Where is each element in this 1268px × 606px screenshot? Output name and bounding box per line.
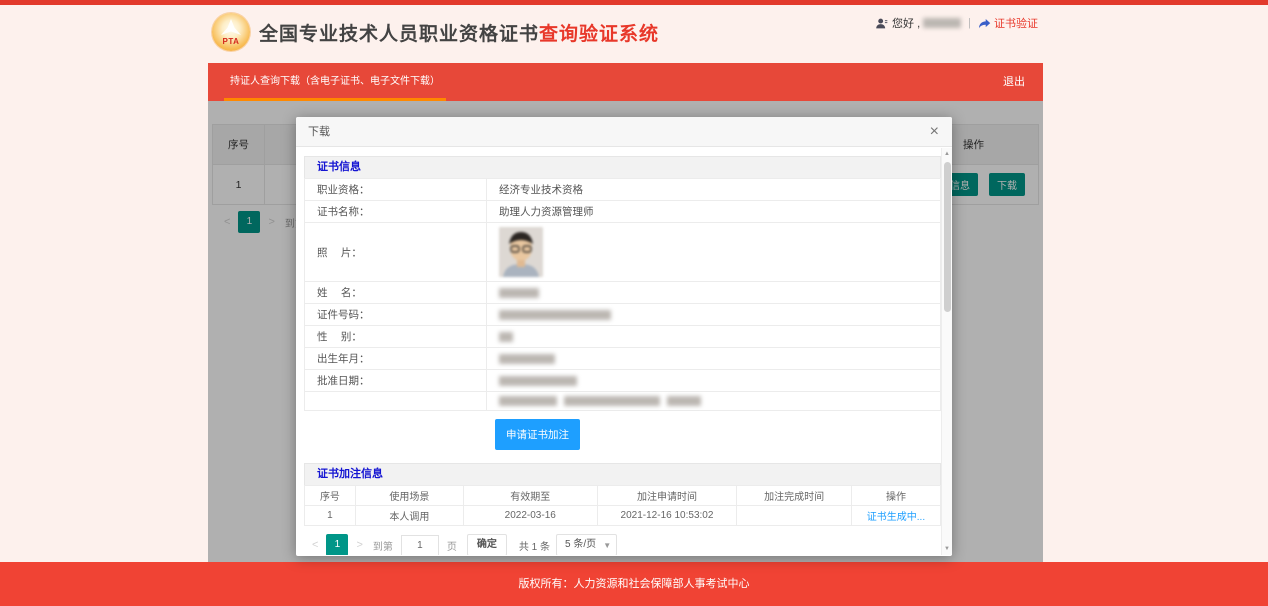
redacted-text <box>499 288 539 298</box>
scroll-up-icon[interactable]: ▲ <box>942 148 952 160</box>
finish-time-cell <box>737 506 851 526</box>
apply-annotation-button[interactable]: 申请证书加注 <box>495 419 580 450</box>
greeting-text: 您好 , <box>892 15 920 31</box>
app-brand: PTA 全国专业技术人员职业资格证书查询验证系统 <box>212 13 659 51</box>
field-value: 助理人力资源管理师 <box>487 201 941 223</box>
field-value-redacted <box>487 370 941 392</box>
field-value-redacted <box>487 282 941 304</box>
field-label: 照 片： <box>305 223 487 282</box>
per-page-select[interactable]: 5 条/页 ▼ <box>556 534 617 555</box>
user-name-redacted <box>923 18 961 28</box>
col-action: 操作 <box>851 486 940 506</box>
goto-label: 到第 <box>373 538 393 553</box>
page-footer: 版权所有：人力资源和社会保障部人事考试中心 <box>0 562 1268 606</box>
annotation-table: 序号 使用场景 有效期至 加注申请时间 加注完成时间 操作 1 本人调用 202… <box>304 485 941 526</box>
table-row <box>305 392 941 411</box>
field-label: 出生年月： <box>305 348 487 370</box>
dropdown-caret-icon: ▼ <box>603 535 611 555</box>
copyright-text: 版权所有：人力资源和社会保障部人事考试中心 <box>519 578 750 590</box>
download-dialog: 下载 × 证书信息 职业资格： 经济专业技术资格 证书名称： 助理人力资源管理师… <box>296 117 952 556</box>
goto-page-input[interactable] <box>401 535 439 556</box>
scrollbar-thumb[interactable] <box>944 162 951 312</box>
prev-page-button[interactable]: < <box>306 534 324 555</box>
field-value: 经济专业技术资格 <box>487 179 941 201</box>
separator: | <box>968 17 971 29</box>
table-row: 性 别： <box>305 326 941 348</box>
top-accent-strip <box>0 0 1268 5</box>
redacted-text <box>499 354 555 364</box>
apply-time-cell: 2021-12-16 10:53:02 <box>597 506 737 526</box>
dialog-header: 下载 × <box>296 117 952 147</box>
dialog-body: 证书信息 职业资格： 经济专业技术资格 证书名称： 助理人力资源管理师 照 片： <box>296 148 941 555</box>
field-value-redacted <box>487 348 941 370</box>
scene-cell: 本人调用 <box>355 506 463 526</box>
table-row: 姓 名： <box>305 282 941 304</box>
col-apply-time: 加注申请时间 <box>597 486 737 506</box>
redacted-text <box>667 396 701 406</box>
field-label: 姓 名： <box>305 282 487 304</box>
logout-button[interactable]: 退出 <box>1003 63 1025 101</box>
table-row: 批准日期： <box>305 370 941 392</box>
certificate-photo <box>499 227 543 277</box>
table-row: 职业资格： 经济专业技术资格 <box>305 179 941 201</box>
seq-cell: 1 <box>305 506 356 526</box>
table-row: 1 本人调用 2022-03-16 2021-12-16 10:53:02 证书… <box>305 506 941 526</box>
share-arrow-icon <box>978 17 991 30</box>
field-value-redacted <box>487 392 941 411</box>
page-title-main: 全国专业技术人员职业资格证书 <box>259 24 539 45</box>
user-bar: 您好 , | 证书验证 <box>875 15 1038 31</box>
field-label: 性 别： <box>305 326 487 348</box>
per-page-value: 5 条/页 <box>565 539 596 550</box>
field-value-redacted <box>487 304 941 326</box>
col-seq: 序号 <box>305 486 356 506</box>
field-value-redacted <box>487 326 941 348</box>
col-finish-time: 加注完成时间 <box>737 486 851 506</box>
field-label: 职业资格： <box>305 179 487 201</box>
redacted-text <box>499 310 611 320</box>
next-page-button[interactable]: > <box>350 534 368 555</box>
field-label <box>305 392 487 411</box>
table-header-row: 序号 使用场景 有效期至 加注申请时间 加注完成时间 操作 <box>305 486 941 506</box>
cert-info-section-title: 证书信息 <box>304 156 941 178</box>
field-value <box>487 223 941 282</box>
redacted-text <box>499 332 513 342</box>
logo-text: PTA <box>212 37 250 46</box>
valid-until-cell: 2022-03-16 <box>463 506 597 526</box>
field-label: 证书名称： <box>305 201 487 223</box>
action-cell: 证书生成中... <box>851 506 940 526</box>
col-scene: 使用场景 <box>355 486 463 506</box>
scroll-down-icon[interactable]: ▼ <box>942 543 952 555</box>
dialog-title: 下载 <box>308 126 330 138</box>
table-row: 证件号码： <box>305 304 941 326</box>
page-title: 全国专业技术人员职业资格证书查询验证系统 <box>259 19 659 46</box>
table-row: 证书名称： 助理人力资源管理师 <box>305 201 941 223</box>
page-unit-label: 页 <box>447 538 457 553</box>
close-icon[interactable]: × <box>926 121 943 143</box>
table-row: 照 片： <box>305 223 941 282</box>
dialog-pagination: < 1 > 到第 页 确定 共 1 条 5 条/页 ▼ <box>306 534 941 555</box>
pta-logo-icon: PTA <box>212 13 250 51</box>
user-icon <box>875 17 888 30</box>
confirm-button[interactable]: 确定 <box>467 534 507 555</box>
main-navbar: 持证人查询下载（含电子证书、电子文件下载） 退出 <box>208 63 1043 101</box>
redacted-text <box>499 396 557 406</box>
total-count-label: 共 1 条 <box>519 538 550 553</box>
table-row: 出生年月： <box>305 348 941 370</box>
redacted-text <box>564 396 660 406</box>
page-title-accent: 查询验证系统 <box>539 24 659 45</box>
col-valid-until: 有效期至 <box>463 486 597 506</box>
logo-swoosh-shape <box>221 19 241 35</box>
field-label: 批准日期： <box>305 370 487 392</box>
redacted-text <box>499 376 577 386</box>
field-label: 证件号码： <box>305 304 487 326</box>
cert-generating-link[interactable]: 证书生成中... <box>867 512 925 523</box>
annotation-section-title: 证书加注信息 <box>304 463 941 485</box>
dialog-scrollbar[interactable]: ▲ ▼ <box>941 148 952 555</box>
tab-holder-query-download[interactable]: 持证人查询下载（含电子证书、电子文件下载） <box>224 63 446 101</box>
current-page-button[interactable]: 1 <box>326 534 348 555</box>
cert-info-table: 职业资格： 经济专业技术资格 证书名称： 助理人力资源管理师 照 片： <box>304 178 941 411</box>
cert-verify-link[interactable]: 证书验证 <box>994 15 1038 31</box>
